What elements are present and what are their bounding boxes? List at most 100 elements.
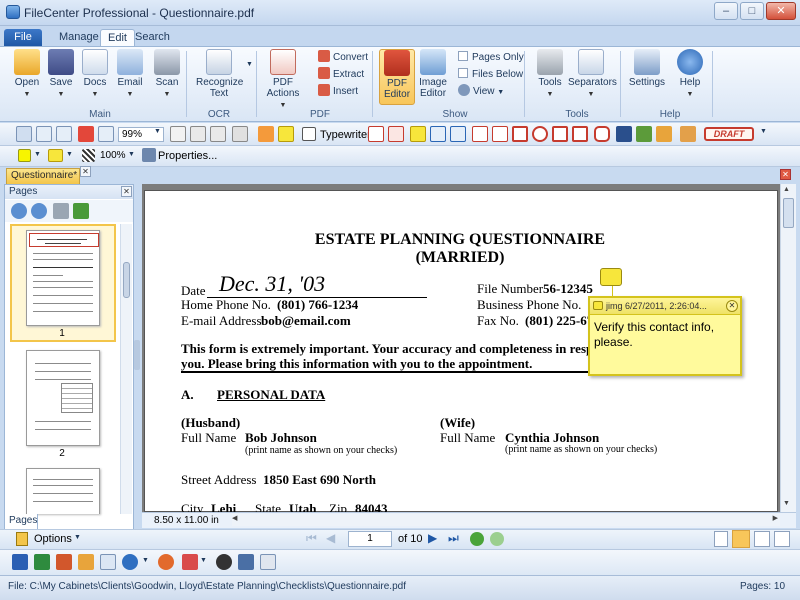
close-tab-icon[interactable]: ✕ bbox=[80, 166, 91, 177]
properties-icon[interactable] bbox=[142, 148, 156, 162]
options-icon[interactable] bbox=[16, 532, 28, 546]
save-button[interactable]: Save ▼ bbox=[43, 49, 79, 107]
excel-icon[interactable] bbox=[34, 554, 50, 570]
textbox-icon[interactable] bbox=[368, 126, 384, 142]
tab-file[interactable]: File bbox=[4, 29, 42, 46]
pages-panel-tab[interactable]: Pages bbox=[4, 514, 38, 530]
page-thumbnail-3[interactable] bbox=[26, 468, 100, 514]
scroll-up-icon[interactable]: ▲ bbox=[783, 186, 790, 193]
prev-page-icon[interactable]: ◀ bbox=[326, 531, 335, 545]
page-thumbnail-2[interactable] bbox=[26, 350, 100, 446]
pin-icon[interactable] bbox=[616, 126, 632, 142]
pdf-actions-button[interactable]: PDF Actions ▼ bbox=[262, 49, 304, 109]
print-icon[interactable] bbox=[53, 203, 69, 219]
scan-button[interactable]: Scan ▼ bbox=[149, 49, 185, 107]
pencil-icon[interactable] bbox=[636, 126, 652, 142]
explorer-icon[interactable] bbox=[260, 554, 276, 570]
polygon-icon[interactable] bbox=[572, 126, 588, 142]
single-page-view-icon[interactable] bbox=[714, 531, 728, 547]
underline-icon[interactable] bbox=[450, 126, 466, 142]
stamp-tool-icon[interactable] bbox=[680, 126, 696, 142]
export-icon[interactable] bbox=[73, 203, 89, 219]
page-thumbnail-1[interactable] bbox=[26, 230, 100, 326]
minimize-button[interactable]: – bbox=[714, 2, 738, 20]
scroll-left-icon[interactable]: ◀ bbox=[232, 514, 237, 522]
forward-icon[interactable] bbox=[490, 532, 504, 546]
recognize-dropdown-icon[interactable]: ▼ bbox=[246, 61, 253, 68]
document-tab[interactable]: Questionnaire* bbox=[6, 168, 80, 184]
outlook-icon[interactable] bbox=[78, 554, 94, 570]
zoom-in-icon[interactable] bbox=[11, 203, 27, 219]
firefox-icon[interactable] bbox=[158, 554, 174, 570]
marquee-icon[interactable] bbox=[190, 126, 206, 142]
ie-dropdown-icon[interactable]: ▼ bbox=[142, 557, 149, 564]
hand-select-icon[interactable] bbox=[258, 126, 274, 142]
camera-app-icon[interactable] bbox=[216, 554, 232, 570]
recognize-text-button[interactable]: Recognize Text bbox=[196, 49, 243, 107]
tab-search[interactable]: Search bbox=[128, 29, 177, 46]
scroll-down-icon[interactable]: ▼ bbox=[783, 500, 790, 507]
pages-only-check[interactable]: Pages Only bbox=[458, 50, 524, 66]
extract-button[interactable]: Extract bbox=[318, 67, 364, 83]
page-icon[interactable] bbox=[98, 126, 114, 142]
ie-icon[interactable] bbox=[122, 554, 138, 570]
sticky-note-icon[interactable] bbox=[278, 126, 294, 142]
stamp-dropdown-icon[interactable]: ▼ bbox=[760, 128, 767, 135]
horizontal-scrollbar[interactable]: ◀ ▶ bbox=[232, 514, 780, 526]
ellipse-icon[interactable] bbox=[532, 126, 548, 142]
back-icon[interactable] bbox=[470, 532, 484, 546]
panel-splitter[interactable] bbox=[134, 340, 140, 370]
note-body[interactable]: Verify this contact info, please. bbox=[594, 320, 738, 350]
close-button[interactable]: ✕ bbox=[766, 2, 796, 20]
docs-button[interactable]: Docs ▼ bbox=[77, 49, 113, 107]
rotate-right-icon[interactable] bbox=[56, 126, 72, 142]
rectangle-icon[interactable] bbox=[512, 126, 528, 142]
sticky-note-popup[interactable]: jimg 6/27/2011, 2:26:04... ✕ Verify this… bbox=[588, 296, 742, 376]
continuous-view-icon[interactable] bbox=[774, 531, 790, 547]
scroll-thumb[interactable] bbox=[783, 198, 794, 228]
word-icon[interactable] bbox=[12, 554, 28, 570]
tab-manage[interactable]: Manage bbox=[52, 29, 106, 46]
properties-button[interactable]: Properties... bbox=[158, 150, 217, 162]
maximize-button[interactable]: □ bbox=[740, 2, 764, 20]
opacity-dropdown-icon[interactable]: ▼ bbox=[128, 151, 135, 158]
pages-scrollbar[interactable] bbox=[120, 224, 132, 514]
camera-icon[interactable] bbox=[232, 126, 248, 142]
scroll-right-icon[interactable]: ▶ bbox=[773, 514, 778, 522]
fill-dropdown-icon[interactable]: ▼ bbox=[34, 151, 41, 158]
typewriter-icon[interactable] bbox=[302, 127, 316, 141]
powerpoint-icon[interactable] bbox=[56, 554, 72, 570]
paint-dropdown-icon[interactable]: ▼ bbox=[200, 557, 207, 564]
separators-button[interactable]: Separators ▼ bbox=[568, 49, 617, 107]
convert-button[interactable]: Convert bbox=[318, 50, 368, 66]
close-pages-panel-icon[interactable]: ✕ bbox=[121, 186, 132, 197]
note-color-dropdown-icon[interactable]: ▼ bbox=[66, 151, 73, 158]
sticky-note-marker-icon[interactable] bbox=[600, 268, 622, 286]
open-button[interactable]: Open ▼ bbox=[9, 49, 45, 107]
options-button[interactable]: Options bbox=[34, 533, 72, 545]
cloud-icon[interactable] bbox=[594, 126, 610, 142]
notepad-icon[interactable] bbox=[100, 554, 116, 570]
close-document-icon[interactable]: ✕ bbox=[780, 169, 791, 180]
pages-scroll-thumb[interactable] bbox=[123, 262, 130, 298]
insert-button[interactable]: Insert bbox=[318, 84, 358, 100]
zoom-out-icon[interactable] bbox=[31, 203, 47, 219]
note-color-icon[interactable] bbox=[48, 149, 63, 162]
view-dropdown[interactable]: View ▼ bbox=[458, 84, 504, 100]
draft-stamp-button[interactable]: DRAFT bbox=[704, 127, 754, 141]
image-editor-button[interactable]: Image Editor bbox=[417, 49, 449, 107]
typewriter-button[interactable]: Typewriter bbox=[320, 129, 371, 141]
eraser-icon[interactable] bbox=[656, 126, 672, 142]
fit-page-view-icon[interactable] bbox=[732, 530, 750, 548]
hand-icon[interactable] bbox=[170, 126, 186, 142]
first-page-icon[interactable]: ⏮ bbox=[306, 531, 317, 546]
paint-icon[interactable] bbox=[182, 554, 198, 570]
settings-button[interactable]: Settings bbox=[626, 49, 668, 107]
callout-icon[interactable] bbox=[388, 126, 404, 142]
fill-color-icon[interactable] bbox=[18, 149, 31, 162]
pdf-editor-button[interactable]: PDF Editor bbox=[379, 49, 415, 105]
zoom-dropdown-icon[interactable]: ▼ bbox=[154, 128, 161, 135]
options-dropdown-icon[interactable]: ▼ bbox=[74, 534, 81, 541]
tools-button[interactable]: Tools ▼ bbox=[532, 49, 568, 107]
help-button[interactable]: Help ▼ bbox=[672, 49, 708, 107]
